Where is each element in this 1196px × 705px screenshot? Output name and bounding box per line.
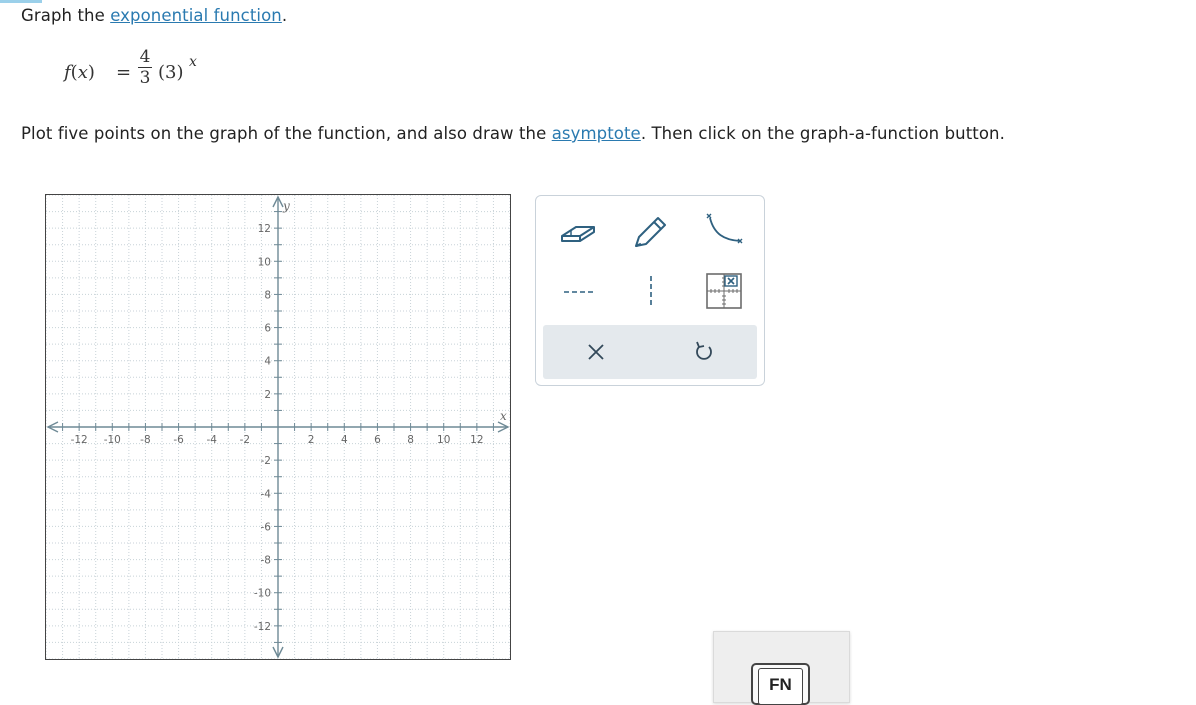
formula-denominator: 3 bbox=[139, 68, 151, 88]
y-tick-label: 6 bbox=[264, 323, 271, 335]
top-accent-bar bbox=[0, 0, 42, 3]
y-tick-label: -8 bbox=[261, 555, 271, 567]
prompt-prefix: Graph the bbox=[21, 6, 111, 25]
formula-lhs: f(x) bbox=[64, 62, 95, 83]
undo-button[interactable] bbox=[687, 335, 721, 369]
x-tick-label: -8 bbox=[140, 434, 150, 446]
y-tick-label: -10 bbox=[254, 588, 271, 600]
curve-icon bbox=[706, 213, 743, 244]
pencil-tool[interactable] bbox=[624, 210, 680, 254]
formula-open-paren: ( bbox=[70, 62, 78, 83]
instruction-text: Plot five points on the graph of the fun… bbox=[21, 124, 1005, 143]
formula-base: (3) bbox=[158, 62, 184, 83]
y-tick-label: -4 bbox=[261, 488, 272, 500]
graph-toolbox bbox=[535, 195, 765, 386]
close-icon bbox=[588, 344, 604, 360]
eraser-tool[interactable] bbox=[554, 210, 610, 254]
y-tick-label: 2 bbox=[264, 389, 271, 401]
x-tick-label: -12 bbox=[71, 434, 88, 446]
y-tick-label: -12 bbox=[254, 621, 271, 633]
curve-tool[interactable] bbox=[694, 210, 750, 254]
formula-f: f bbox=[64, 62, 71, 83]
x-tick-label: 2 bbox=[308, 434, 315, 446]
graphing-area[interactable]: -12 -10 -8 -6 -4 -2 2 4 6 8 10 12 12 10 8 6 4 2 -2 -4 -6 -8 -1… bbox=[45, 194, 511, 660]
y-tick-label: -6 bbox=[261, 521, 272, 533]
toolbox-actions-bar bbox=[543, 325, 757, 379]
graph-function-tool[interactable] bbox=[694, 270, 750, 314]
coordinate-plane[interactable]: -12 -10 -8 -6 -4 -2 2 4 6 8 10 12 12 10 8 6 4 2 -2 -4 -6 -8 -1… bbox=[46, 195, 510, 659]
x-tick-label: 6 bbox=[374, 434, 381, 446]
instruction-prefix: Plot five points on the graph of the fun… bbox=[21, 124, 552, 143]
x-tick-label: 4 bbox=[341, 434, 348, 446]
y-tick-label: 8 bbox=[264, 289, 271, 301]
formula-equals: = bbox=[116, 62, 132, 83]
dashed-vertical-line-icon bbox=[650, 276, 652, 308]
formula-numerator: 4 bbox=[139, 47, 151, 67]
y-tick-label: 10 bbox=[258, 256, 271, 268]
formula-fraction: 4 3 bbox=[138, 48, 152, 87]
vertical-dashed-line-tool[interactable] bbox=[624, 270, 680, 314]
y-tick-label: -2 bbox=[261, 455, 271, 467]
fn-button-label: FN bbox=[758, 668, 803, 705]
graph-grid-icon bbox=[706, 273, 742, 309]
pencil-icon bbox=[635, 217, 666, 248]
clear-button[interactable] bbox=[579, 335, 613, 369]
prompt-text: Graph the exponential function. bbox=[21, 6, 287, 25]
x-tick-label: -10 bbox=[104, 434, 121, 446]
exponential-function-link[interactable]: exponential function bbox=[110, 6, 282, 25]
x-tick-label: 8 bbox=[407, 434, 414, 446]
x-tick-label: -4 bbox=[206, 434, 217, 446]
dashed-horizontal-line-icon bbox=[564, 291, 596, 293]
formula-x: x bbox=[77, 62, 88, 83]
fn-panel: FN bbox=[713, 631, 850, 705]
x-tick-label: -6 bbox=[173, 434, 184, 446]
prompt-suffix: . bbox=[281, 6, 288, 25]
y-tick-label: 4 bbox=[264, 356, 271, 368]
formula-exponent: x bbox=[189, 54, 197, 70]
instruction-suffix: . Then click on the graph-a-function but… bbox=[640, 124, 1005, 143]
eraser-icon bbox=[561, 226, 595, 242]
x-axis-label: x bbox=[500, 409, 507, 423]
y-tick-label: 12 bbox=[258, 223, 271, 235]
x-tick-label: -2 bbox=[240, 434, 250, 446]
undo-icon bbox=[696, 341, 712, 360]
x-tick-label: 10 bbox=[437, 434, 450, 446]
formula-close-paren: ) bbox=[87, 62, 95, 83]
y-axis-label: y bbox=[282, 199, 290, 213]
x-tick-label: 12 bbox=[470, 434, 483, 446]
graph-a-function-button[interactable]: FN bbox=[751, 663, 810, 705]
asymptote-link[interactable]: asymptote bbox=[552, 124, 641, 143]
horizontal-dashed-line-tool[interactable] bbox=[554, 270, 610, 314]
